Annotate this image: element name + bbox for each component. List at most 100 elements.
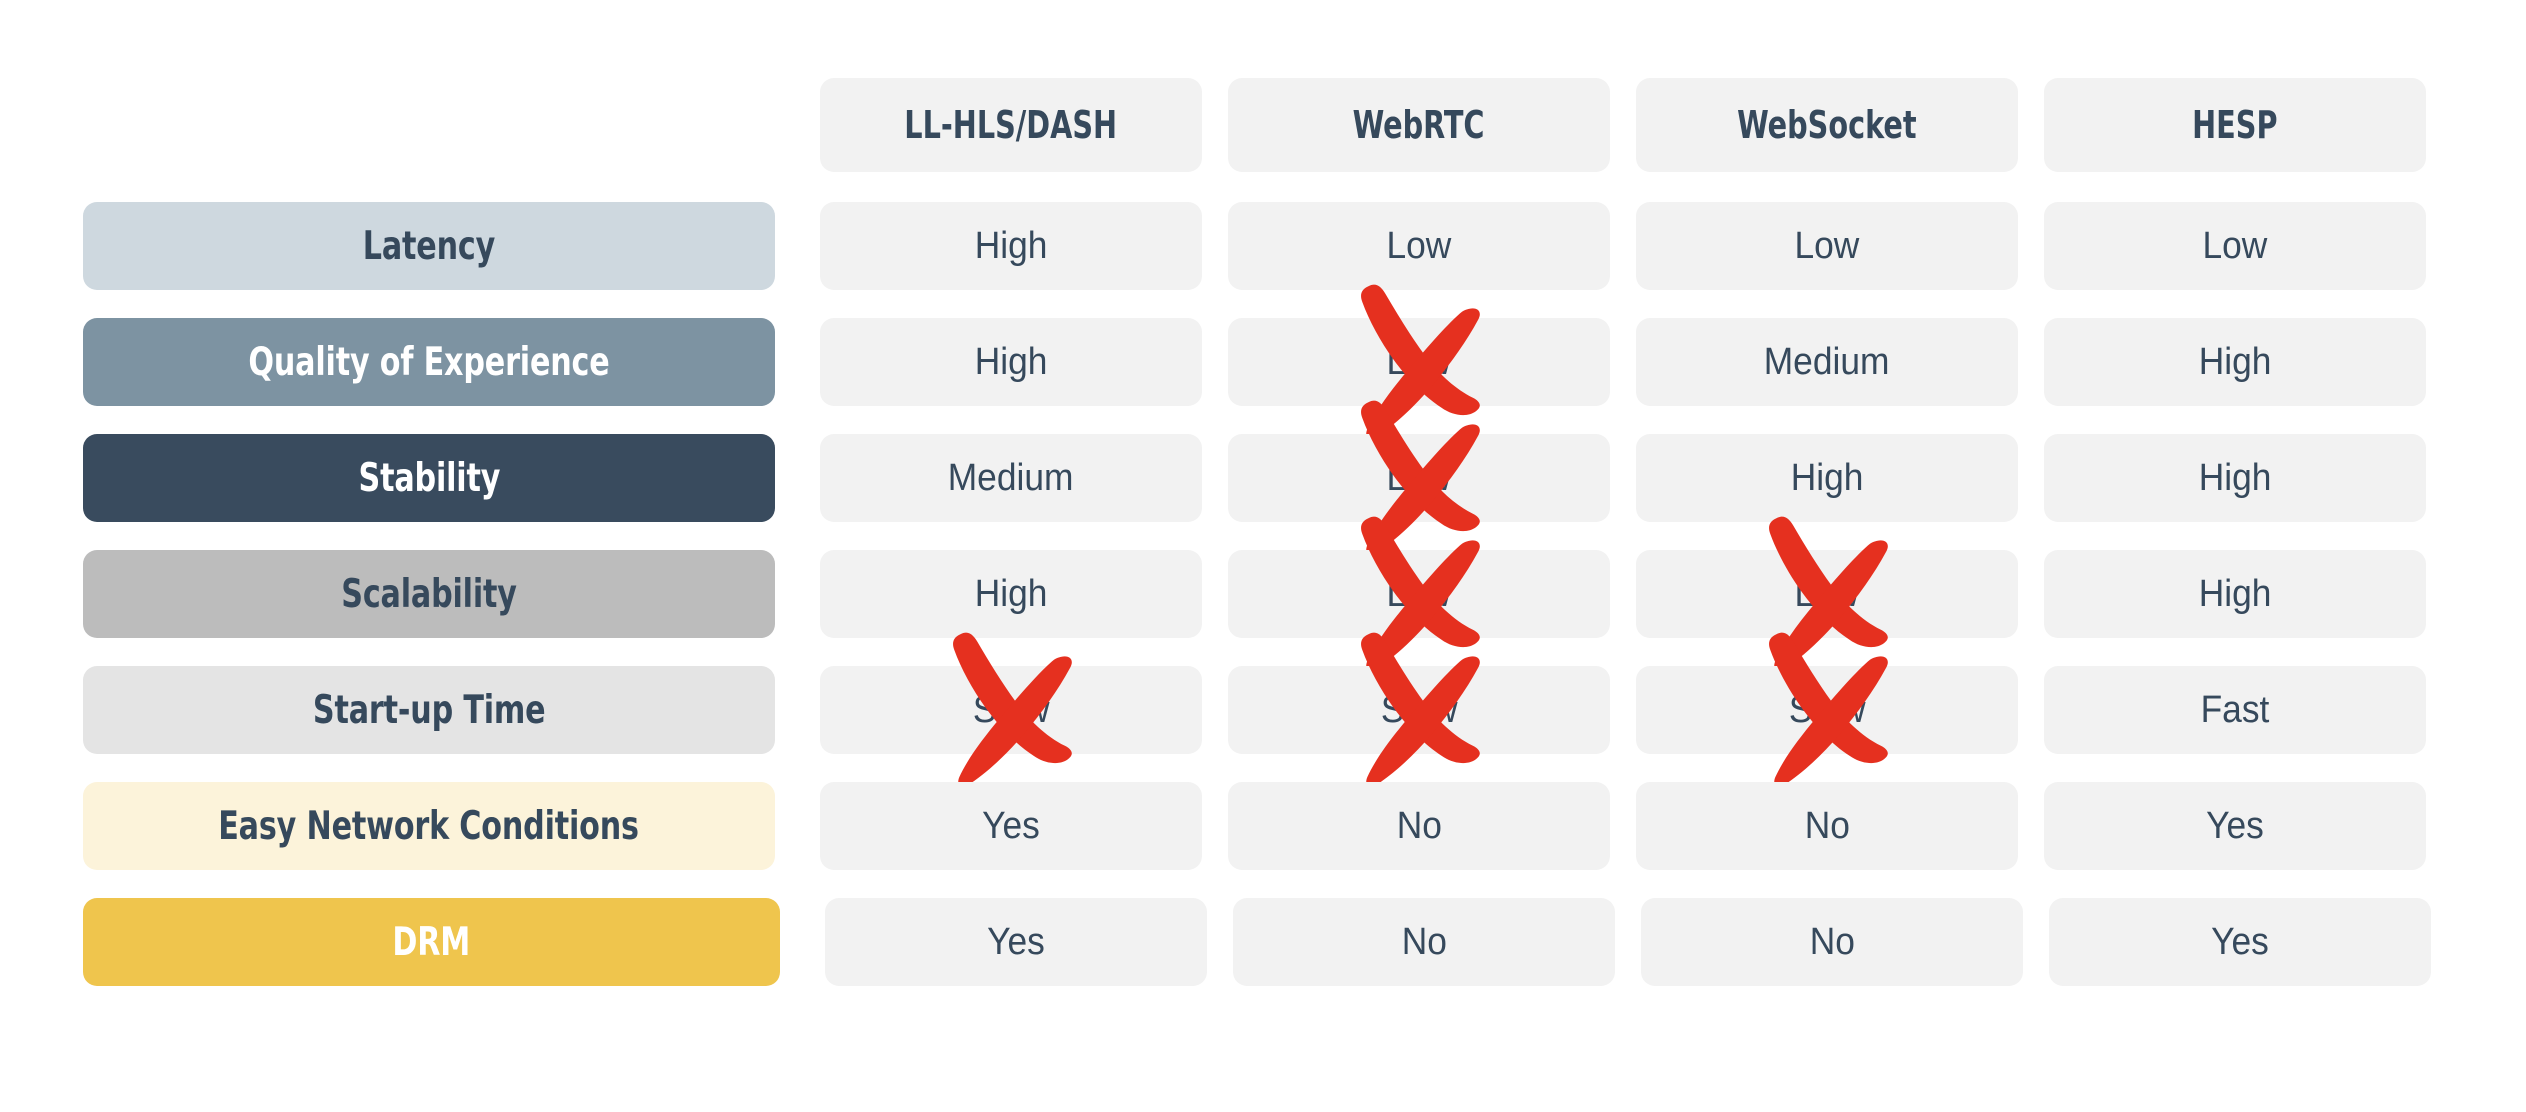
table-row: Start-up Time Slow Slow Slow Fast: [83, 632, 2443, 787]
cell-value: No: [1396, 804, 1442, 847]
row-value-cells: High Low Low High: [820, 516, 2443, 671]
cell-value: Low: [1386, 456, 1452, 499]
table-cell[interactable]: Low: [1228, 284, 1610, 439]
table-cell[interactable]: High: [2044, 550, 2426, 638]
table-cell[interactable]: Slow: [820, 632, 1202, 787]
row-value-cells: Medium Low High High: [820, 400, 2443, 555]
column-header-ll-hls-dash[interactable]: LL-HLS/DASH: [820, 78, 1202, 172]
column-header-hesp[interactable]: HESP: [2044, 78, 2426, 172]
cell-value: Slow: [1788, 688, 1866, 731]
row-value-cells: High Low Low Low: [820, 202, 2443, 290]
header-corner-cell: [83, 78, 775, 172]
row-label: Stability: [358, 455, 500, 501]
table-cell[interactable]: High: [2044, 318, 2426, 406]
row-label: Latency: [362, 223, 496, 269]
row-label-cell[interactable]: Scalability: [83, 550, 775, 638]
table-cell[interactable]: Yes: [2049, 898, 2431, 986]
column-gap: [780, 898, 825, 986]
column-gap: [775, 550, 820, 638]
table-cell[interactable]: High: [820, 318, 1202, 406]
column-header-webrtc[interactable]: WebRTC: [1228, 78, 1610, 172]
row-value-cells: Yes No No Yes: [825, 898, 2443, 986]
row-label: Scalability: [341, 571, 517, 617]
table-cell[interactable]: Low: [2044, 202, 2426, 290]
row-label: Quality of Experience: [248, 339, 610, 385]
table-cell[interactable]: High: [820, 550, 1202, 638]
cell-value: High: [974, 224, 1048, 267]
cell-value: Medium: [1764, 340, 1890, 383]
row-value-cells: High Low Medium High: [820, 284, 2443, 439]
row-label-cell[interactable]: Latency: [83, 202, 775, 290]
cell-value: No: [1809, 920, 1855, 963]
cell-value: Yes: [2211, 920, 2269, 963]
column-header-label: WebRTC: [1353, 103, 1485, 147]
table-cell[interactable]: Yes: [825, 898, 1207, 986]
table-cell[interactable]: No: [1228, 782, 1610, 870]
column-gap: [775, 434, 820, 522]
cell-value: No: [1804, 804, 1850, 847]
row-label-cell[interactable]: Start-up Time: [83, 666, 775, 754]
cell-value: Low: [1794, 224, 1860, 267]
column-header-label: HESP: [2192, 103, 2278, 147]
cell-value: High: [2198, 572, 2272, 615]
column-gap: [775, 78, 820, 172]
row-label: Start-up Time: [312, 687, 546, 733]
row-label: Easy Network Conditions: [218, 803, 640, 849]
table-row: Scalability High Low Low High: [83, 516, 2443, 671]
cell-value: Low: [1386, 340, 1452, 383]
row-value-cells: Yes No No Yes: [820, 782, 2443, 870]
table-row: Stability Medium Low High High: [83, 400, 2443, 555]
cell-value: Slow: [972, 688, 1050, 731]
table-cell[interactable]: High: [1636, 434, 2018, 522]
header-cells: LL-HLS/DASH WebRTC WebSocket HESP: [820, 78, 2443, 172]
row-label-cell[interactable]: Easy Network Conditions: [83, 782, 775, 870]
row-label: DRM: [392, 919, 471, 965]
comparison-table: LL-HLS/DASH WebRTC WebSocket HESP Latenc…: [83, 78, 2443, 1014]
table-cell[interactable]: Low: [1636, 202, 2018, 290]
table-cell[interactable]: Low: [1228, 400, 1610, 555]
table-row: Latency High Low Low Low: [83, 202, 2443, 290]
table-row: Easy Network Conditions Yes No No Yes: [83, 782, 2443, 870]
cell-value: Yes: [987, 920, 1045, 963]
column-header-websocket[interactable]: WebSocket: [1636, 78, 2018, 172]
comparison-table-board: LL-HLS/DASH WebRTC WebSocket HESP Latenc…: [0, 0, 2526, 1112]
table-cell[interactable]: Medium: [1636, 318, 2018, 406]
table-cell[interactable]: Low: [1228, 516, 1610, 671]
cell-value: No: [1401, 920, 1447, 963]
table-cell[interactable]: No: [1641, 898, 2023, 986]
table-cell[interactable]: Fast: [2044, 666, 2426, 754]
cell-value: High: [974, 340, 1048, 383]
table-cell[interactable]: High: [2044, 434, 2426, 522]
row-label-cell[interactable]: Stability: [83, 434, 775, 522]
row-label-cell[interactable]: DRM: [83, 898, 780, 986]
cell-value: High: [1790, 456, 1864, 499]
table-cell[interactable]: No: [1233, 898, 1615, 986]
table-cell[interactable]: Slow: [1636, 632, 2018, 787]
cell-value: Yes: [2206, 804, 2264, 847]
table-row: DRM Yes No No Yes: [83, 898, 2443, 986]
table-cell[interactable]: Slow: [1228, 632, 1610, 787]
cell-value: Medium: [948, 456, 1074, 499]
table-row: Quality of Experience High Low Medium High: [83, 284, 2443, 439]
table-cell[interactable]: No: [1636, 782, 2018, 870]
column-header-label: WebSocket: [1737, 103, 1917, 147]
table-cell[interactable]: Medium: [820, 434, 1202, 522]
column-header-label: LL-HLS/DASH: [904, 103, 1118, 147]
table-cell[interactable]: High: [820, 202, 1202, 290]
cell-value: Low: [1386, 572, 1452, 615]
column-gap: [775, 202, 820, 290]
table-cell[interactable]: Low: [1636, 516, 2018, 671]
table-cell[interactable]: Yes: [2044, 782, 2426, 870]
table-cell[interactable]: Yes: [820, 782, 1202, 870]
cell-value: Low: [1386, 224, 1452, 267]
row-label-cell[interactable]: Quality of Experience: [83, 318, 775, 406]
cell-value: High: [2198, 340, 2272, 383]
cell-value: Low: [2202, 224, 2268, 267]
table-cell[interactable]: Low: [1228, 202, 1610, 290]
table-header-row: LL-HLS/DASH WebRTC WebSocket HESP: [83, 78, 2443, 172]
table-body: Latency High Low Low Low Quality of Experienc…: [83, 202, 2443, 986]
row-value-cells: Slow Slow Slow Fast: [820, 632, 2443, 787]
cell-value: Yes: [982, 804, 1040, 847]
cell-value: Slow: [1380, 688, 1458, 731]
column-gap: [775, 782, 820, 870]
